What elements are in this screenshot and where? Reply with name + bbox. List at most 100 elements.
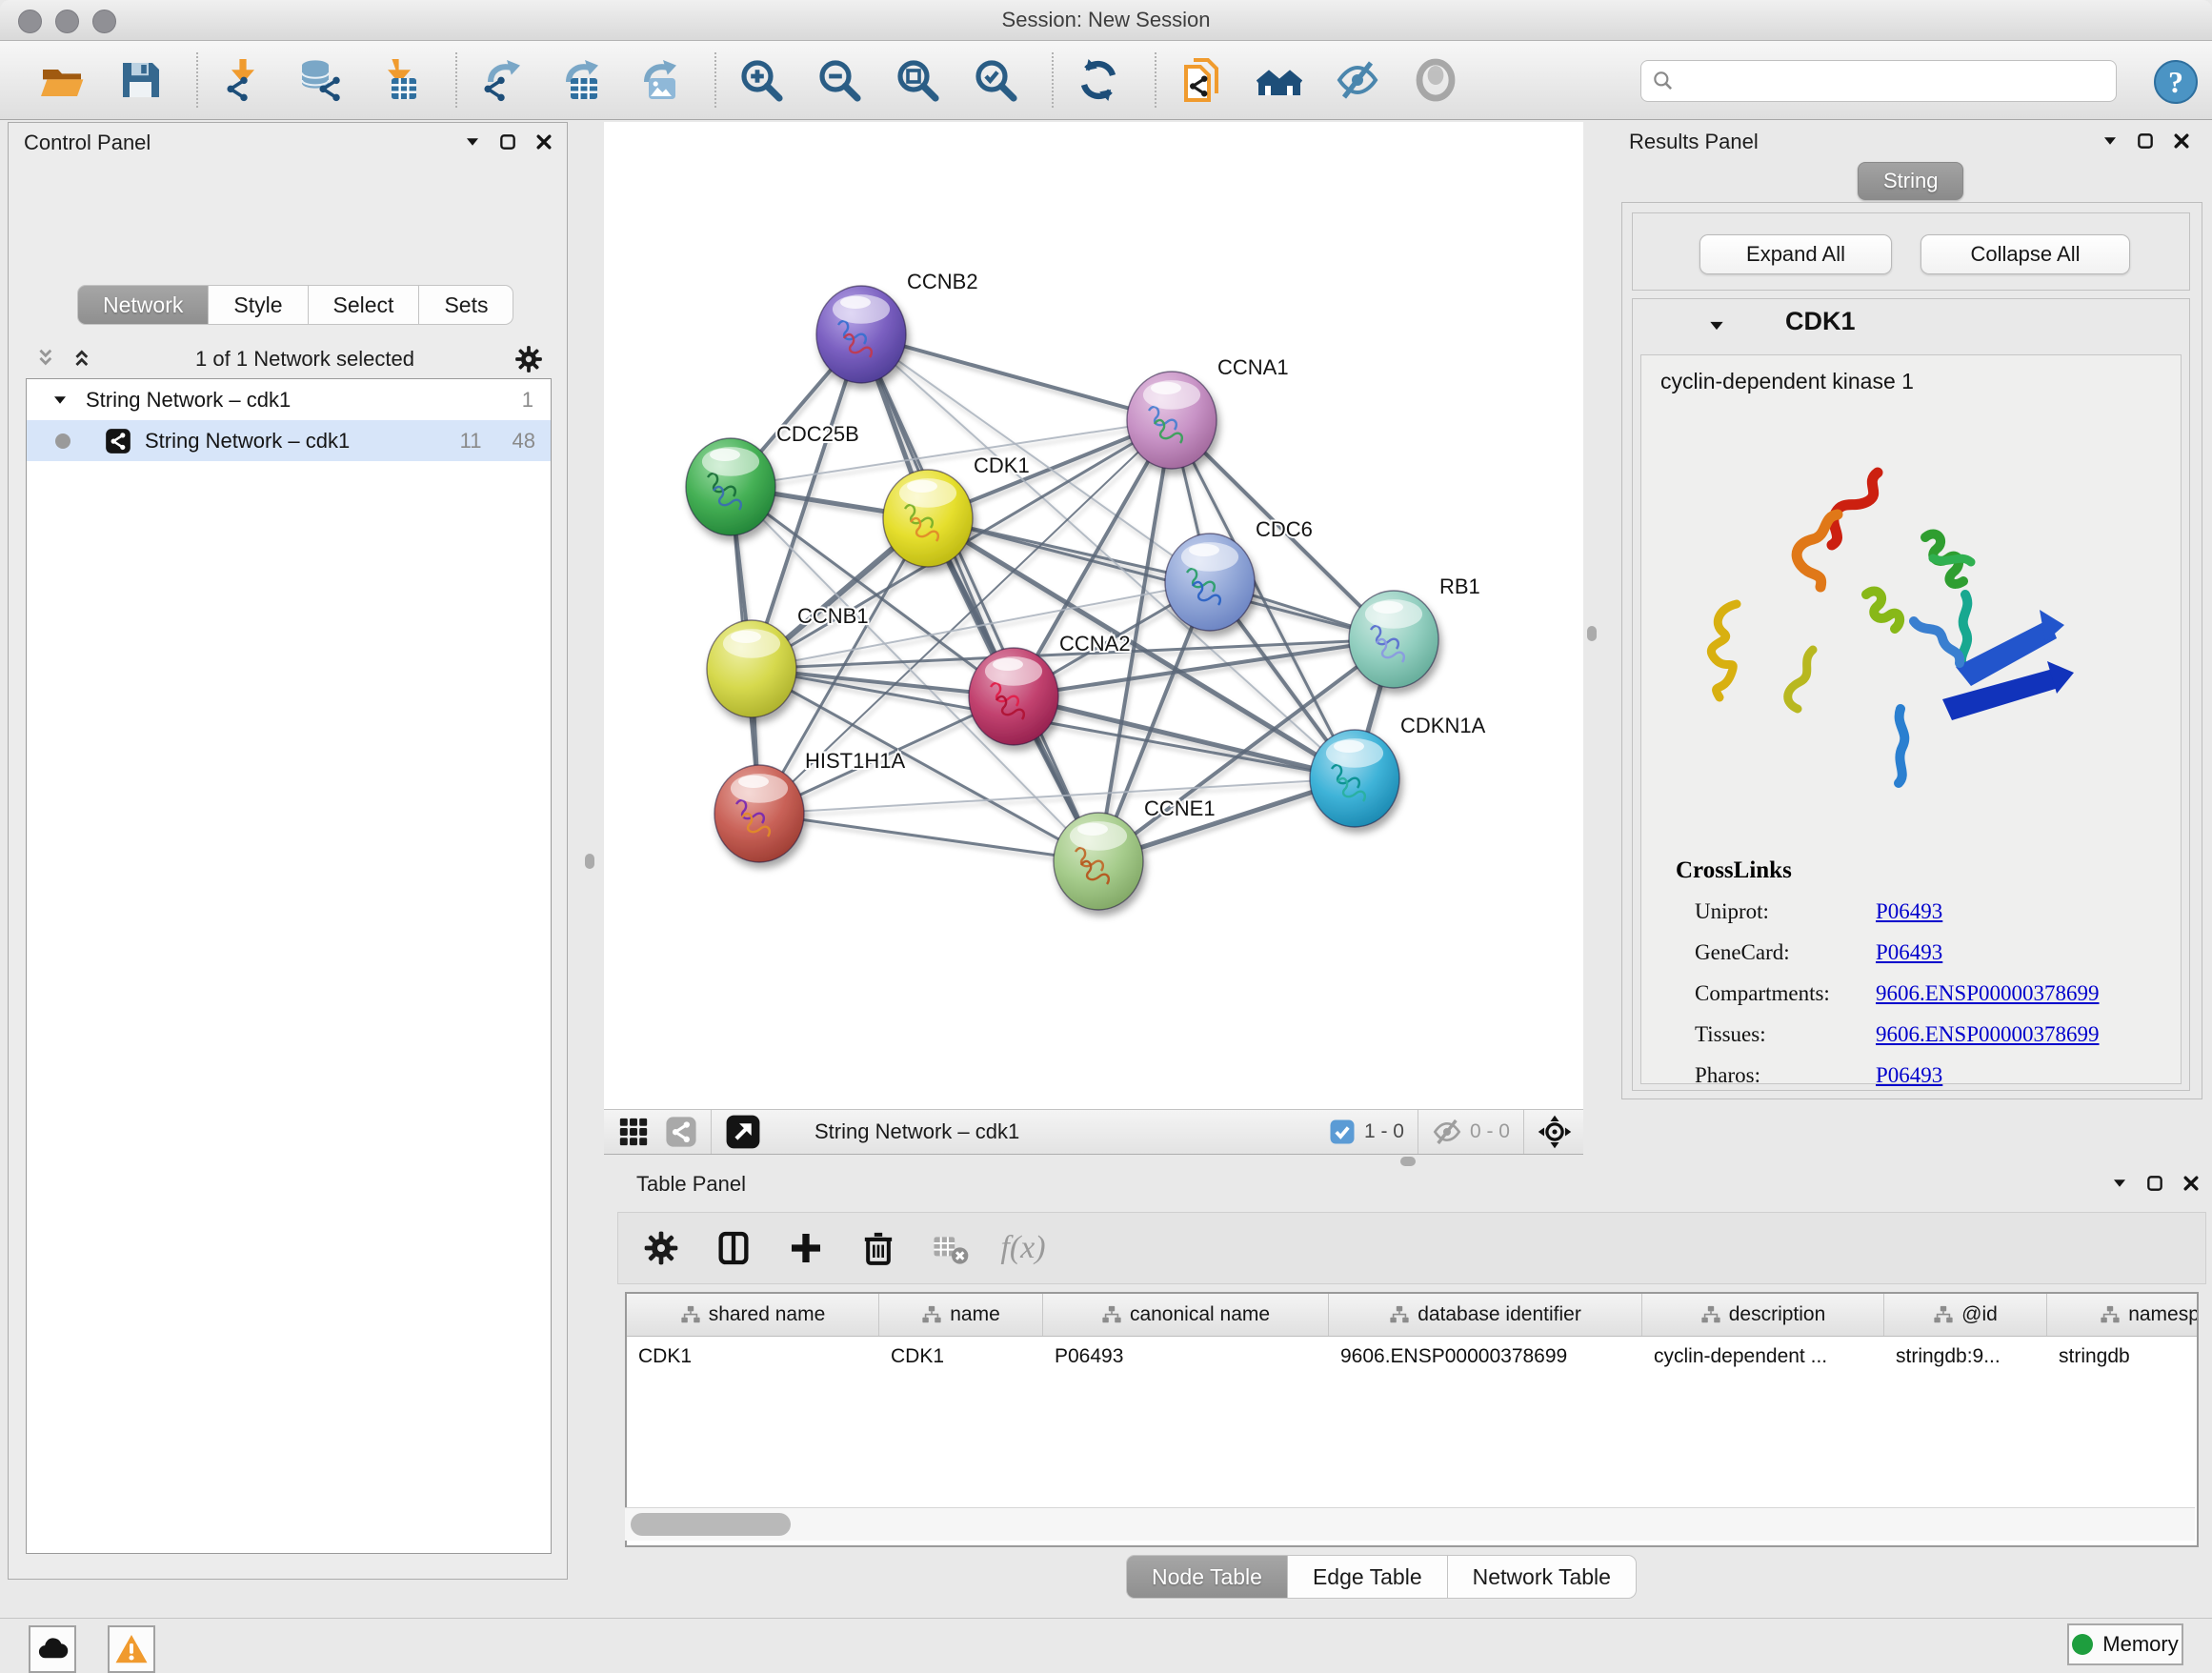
- left-splitter-handle[interactable]: [585, 854, 594, 869]
- collapse-panel-icon[interactable]: [2101, 132, 2119, 150]
- crosslink-link[interactable]: P06493: [1876, 1063, 1942, 1088]
- crosslink-link[interactable]: 9606.ENSP00000378699: [1876, 1022, 2100, 1047]
- column-header--id[interactable]: @id: [1884, 1294, 2047, 1336]
- results-tab-string[interactable]: String: [1858, 162, 1963, 200]
- network-canvas[interactable]: CCNB2CCNA1CDC25BCDK1CDC6RB1CCNB1CCNA2CDK…: [604, 122, 1583, 1109]
- node-CDKN1A[interactable]: [1310, 730, 1399, 827]
- float-panel-icon[interactable]: [498, 132, 517, 151]
- table-cell[interactable]: stringdb:9...: [1884, 1337, 2047, 1377]
- gear-button[interactable]: [639, 1226, 683, 1270]
- table-cell[interactable]: P06493: [1043, 1337, 1329, 1377]
- tab-edge-table[interactable]: Edge Table: [1288, 1555, 1448, 1599]
- float-panel-icon[interactable]: [2136, 131, 2155, 151]
- warnings-button[interactable]: [108, 1625, 155, 1673]
- network-graph[interactable]: CCNB2CCNA1CDC25BCDK1CDC6RB1CCNB1CCNA2CDK…: [604, 122, 1583, 1109]
- add-button[interactable]: [784, 1226, 828, 1270]
- tab-select[interactable]: Select: [309, 285, 420, 325]
- tab-sets[interactable]: Sets: [419, 285, 513, 325]
- node-CDC25B[interactable]: [686, 438, 775, 535]
- tab-network[interactable]: Network: [77, 285, 209, 325]
- node-CDK1[interactable]: [883, 470, 973, 567]
- zoom-selected-button[interactable]: [972, 56, 1019, 104]
- import-network-file-button[interactable]: [219, 56, 267, 104]
- hide-selected-button[interactable]: [1334, 56, 1381, 104]
- string-import-button[interactable]: [1177, 56, 1225, 104]
- float-panel-icon[interactable]: [2145, 1174, 2164, 1193]
- close-panel-icon[interactable]: [2182, 1174, 2201, 1193]
- tab-network-table[interactable]: Network Table: [1448, 1555, 1637, 1599]
- collection-expand-caret-icon[interactable]: [51, 392, 69, 409]
- network-row[interactable]: String Network – cdk1 11 48: [27, 420, 551, 461]
- collapse-panel-icon[interactable]: [2111, 1175, 2128, 1192]
- right-splitter-handle[interactable]: [1587, 626, 1597, 641]
- zoom-in-button[interactable]: [737, 56, 785, 104]
- edge-CCNE1-HIST1H1A[interactable]: [759, 814, 1098, 861]
- cloud-status-button[interactable]: [29, 1625, 76, 1673]
- save-session-button[interactable]: [116, 56, 164, 104]
- close-panel-icon[interactable]: [2172, 131, 2191, 151]
- memory-button[interactable]: Memory: [2067, 1623, 2183, 1665]
- node-RB1[interactable]: [1349, 591, 1438, 688]
- help-button[interactable]: ?: [2153, 59, 2199, 105]
- table-row[interactable]: CDK1CDK1P064939606.ENSP00000378699cyclin…: [627, 1337, 2197, 1377]
- network-options-gear-icon[interactable]: [513, 344, 544, 374]
- table-cell[interactable]: 9606.ENSP00000378699: [1329, 1337, 1642, 1377]
- column-header-canonical-name[interactable]: canonical name: [1043, 1294, 1329, 1336]
- export-image-button[interactable]: [634, 56, 682, 104]
- expand-all-button[interactable]: Expand All: [1699, 234, 1892, 274]
- node-CCNA1[interactable]: [1127, 372, 1217, 469]
- expand-all-networks-icon[interactable]: [71, 347, 96, 372]
- crosslink-link[interactable]: P06493: [1876, 940, 1942, 965]
- trash-button[interactable]: [856, 1226, 900, 1270]
- column-header-database-identifier[interactable]: database identifier: [1329, 1294, 1642, 1336]
- selected-checkbox-icon[interactable]: [1328, 1118, 1357, 1146]
- import-network-database-button[interactable]: [297, 56, 345, 104]
- home-button[interactable]: [1256, 56, 1303, 104]
- tab-style[interactable]: Style: [209, 285, 308, 325]
- birdseye-crosshair-icon[interactable]: [1538, 1115, 1572, 1149]
- column-header-name[interactable]: name: [879, 1294, 1043, 1336]
- export-table-button[interactable]: [556, 56, 604, 104]
- show-all-button[interactable]: [1412, 56, 1459, 104]
- zoom-out-button[interactable]: [815, 56, 863, 104]
- node-CCNB2[interactable]: [816, 286, 906, 383]
- table-cell[interactable]: CDK1: [879, 1337, 1043, 1377]
- refresh-layout-button[interactable]: [1075, 56, 1122, 104]
- gene-expand-caret-icon[interactable]: [1707, 316, 1726, 335]
- open-session-button[interactable]: [38, 56, 86, 104]
- close-panel-icon[interactable]: [534, 132, 553, 151]
- gene-description: cyclin-dependent kinase 1: [1660, 369, 2181, 394]
- column-header-shared-name[interactable]: shared name: [627, 1294, 879, 1336]
- table-cell[interactable]: cyclin-dependent ...: [1642, 1337, 1884, 1377]
- edge-CDK1-RB1[interactable]: [928, 518, 1394, 639]
- collapse-all-button[interactable]: Collapse All: [1920, 234, 2130, 274]
- table-cell[interactable]: CDK1: [627, 1337, 879, 1377]
- column-header-namespace[interactable]: namespace: [2047, 1294, 2199, 1336]
- split-column-button[interactable]: [712, 1226, 755, 1270]
- node-CCNA2[interactable]: [969, 648, 1058, 745]
- view-grid-icon[interactable]: [617, 1116, 650, 1148]
- export-network-button[interactable]: [478, 56, 526, 104]
- zoom-fit-button[interactable]: [894, 56, 941, 104]
- table-hscrollbar-thumb[interactable]: [631, 1513, 791, 1536]
- export-view-icon[interactable]: [725, 1114, 761, 1150]
- import-table-button[interactable]: [375, 56, 423, 104]
- memory-label: Memory: [2102, 1632, 2178, 1657]
- column-header-description[interactable]: description: [1642, 1294, 1884, 1336]
- status-bar: [0, 1618, 2212, 1672]
- collapse-panel-icon[interactable]: [464, 133, 481, 151]
- network-collection-row[interactable]: String Network – cdk1 1: [27, 379, 551, 420]
- node-CDC6[interactable]: [1165, 534, 1255, 631]
- crosslink-link[interactable]: 9606.ENSP00000378699: [1876, 981, 2100, 1006]
- control-panel-tabs: NetworkStyleSelectSets: [77, 285, 513, 323]
- tab-node-table[interactable]: Node Table: [1126, 1555, 1288, 1599]
- search-input[interactable]: [1683, 69, 2116, 93]
- crosslink-link[interactable]: P06493: [1876, 899, 1942, 924]
- view-string-icon[interactable]: [665, 1116, 697, 1148]
- table-cell[interactable]: stringdb: [2047, 1337, 2199, 1377]
- node-CCNE1[interactable]: [1054, 813, 1143, 910]
- node-CCNB1[interactable]: [707, 620, 796, 717]
- node-HIST1H1A[interactable]: [714, 765, 804, 862]
- collapse-all-networks-icon[interactable]: [35, 347, 60, 372]
- table-toolbar: f(x): [617, 1212, 2206, 1284]
